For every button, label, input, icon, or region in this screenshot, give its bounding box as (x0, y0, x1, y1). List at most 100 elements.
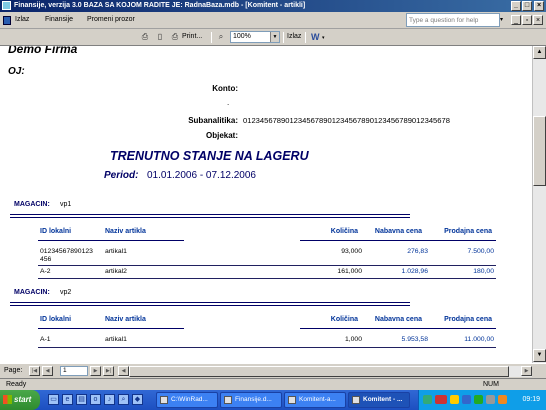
period-value: 01.01.2006 - 07.12.2006 (147, 170, 256, 181)
toolbar-separator (211, 32, 212, 43)
report-preview: Demo Firma OJ: Konto: . Subanalitika: 01… (0, 46, 532, 363)
word-export-icon[interactable]: W (311, 32, 320, 42)
clock: 09:19 (522, 396, 540, 403)
doc-close-button[interactable]: × (533, 15, 543, 25)
outlook-icon[interactable]: o (90, 394, 101, 405)
column-header-id: ID lokalni (40, 316, 72, 323)
column-header-sell: Prodajna cena (444, 228, 492, 235)
media-icon[interactable]: ♪ (104, 394, 115, 405)
minimize-button[interactable]: _ (511, 1, 521, 11)
konto-value: . (227, 98, 230, 107)
first-page-icon[interactable]: |◀ (29, 366, 40, 376)
menu-izlaz[interactable]: Izlaz (15, 16, 29, 23)
desktop-icon[interactable]: ▭ (48, 394, 59, 405)
print-button[interactable]: Print... (182, 33, 202, 40)
explorer-icon[interactable]: e (62, 394, 73, 405)
row-id: A-2 (40, 268, 51, 275)
company-name: Demo Firma (8, 46, 78, 56)
row-sell: 11.000,00 (464, 336, 494, 343)
column-header-qty: Količina (330, 316, 358, 323)
divider (10, 214, 410, 215)
maximize-button[interactable]: □ (522, 1, 532, 11)
divider (10, 305, 410, 306)
page-navigation: Page: |◀ ◀ 1 ▶ ▶| ◀ ▶ (0, 363, 546, 378)
column-header-sell: Prodajna cena (444, 316, 492, 323)
page-number-input[interactable]: 1 (60, 366, 88, 376)
system-tray: 09:19 (418, 390, 546, 410)
subanalitika-value: 0123456789012345678901234567890123456789… (243, 116, 450, 125)
vertical-scrollbar[interactable]: ▲ ▼ (532, 46, 546, 363)
folder-icon (160, 396, 168, 404)
page-setup-icon[interactable]: ▯ (155, 32, 165, 42)
next-page-icon[interactable]: ▶ (90, 366, 101, 376)
status-text: Ready (6, 381, 27, 388)
taskbar-item-active[interactable]: Komitent - ... (348, 392, 410, 408)
oj-label: OJ: (8, 66, 25, 77)
status-bar: Ready NUM (0, 378, 546, 390)
document-icon[interactable] (3, 16, 11, 25)
row-name: artikal2 (105, 268, 127, 275)
chevron-down-icon[interactable]: ▾ (500, 13, 506, 27)
taskbar-item[interactable]: Finansije.d... (220, 392, 282, 408)
close-button[interactable]: × (534, 1, 544, 11)
window-titlebar: Finansije, verzija 3.0 BAZA SA KOJOM RAD… (0, 0, 546, 12)
menu-bar: Izlaz Finansije Promeni prozor Type a qu… (0, 12, 546, 29)
subanalitika-label: Subanalitika: (188, 116, 238, 125)
start-button[interactable]: start (0, 390, 40, 410)
konto-label: Konto: (212, 84, 238, 93)
shield-icon[interactable]: ◆ (132, 394, 143, 405)
print-icon[interactable]: ⎙ (140, 32, 150, 42)
doc-minimize-button[interactable]: _ (511, 15, 521, 25)
start-label: start (14, 395, 32, 404)
scroll-up-icon[interactable]: ▲ (533, 46, 546, 59)
toolbar-separator (305, 32, 306, 43)
scroll-down-icon[interactable]: ▼ (533, 349, 546, 362)
chevron-down-icon[interactable]: ▾ (322, 35, 325, 41)
doc-restore-button[interactable]: ▫ (522, 15, 532, 25)
zoom-icon[interactable]: ⌕ (216, 32, 226, 42)
last-page-icon[interactable]: ▶| (103, 366, 114, 376)
row-id: A-1 (40, 336, 51, 343)
magacin-label: MAGACIN: (14, 289, 50, 296)
access-icon (224, 396, 232, 404)
close-preview-button[interactable]: Izlaz (287, 33, 301, 40)
report-title: TRENUTNO STANJE NA LAGERU (110, 149, 309, 163)
prev-page-icon[interactable]: ◀ (42, 366, 53, 376)
row-id: 01234567890123 456 (40, 248, 93, 263)
magacin-value: vp2 (60, 289, 72, 296)
window-title: Finansije, verzija 3.0 BAZA SA KOJOM RAD… (14, 2, 306, 9)
scroll-thumb[interactable] (533, 116, 546, 186)
row-divider (38, 278, 496, 279)
language-indicator-icon[interactable] (435, 395, 447, 404)
header-underline (300, 328, 496, 329)
menu-promeni-prozor[interactable]: Promeni prozor (87, 16, 135, 23)
row-buy: 5.953,58 (401, 336, 428, 343)
report-icon (352, 396, 360, 404)
taskbar-item[interactable]: C:\WinRad... (156, 392, 218, 408)
column-header-buy: Nabavna cena (374, 316, 422, 323)
zoom-select[interactable]: 100% ▼ (230, 31, 280, 43)
help-search-input[interactable]: Type a question for help (406, 13, 500, 27)
scroll-left-icon[interactable]: ◀ (118, 366, 129, 376)
column-header-id: ID lokalni (40, 228, 72, 235)
scroll-right-icon[interactable]: ▶ (521, 366, 532, 376)
num-lock-indicator: NUM (483, 381, 499, 388)
row-qty: 1,000 (344, 336, 362, 343)
row-qty: 161,000 (337, 268, 362, 275)
windows-logo-icon (3, 395, 12, 404)
column-header-buy: Nabavna cena (374, 228, 422, 235)
horizontal-scrollbar[interactable]: ◀ ▶ (118, 366, 532, 377)
taskbar-item[interactable]: Komitent-a... (284, 392, 346, 408)
header-underline (38, 328, 184, 329)
folder-icon[interactable]: ▤ (76, 394, 87, 405)
divider (10, 217, 410, 218)
menu-finansije[interactable]: Finansije (45, 16, 73, 23)
zoom-value: 100% (233, 33, 251, 40)
scroll-thumb[interactable] (129, 366, 509, 377)
column-header-name: Naziv artikla (105, 228, 146, 235)
row-sell: 7.500,00 (467, 248, 494, 255)
search-icon[interactable]: ⌕ (118, 394, 129, 405)
row-divider (38, 347, 496, 348)
column-header-qty: Količina (330, 228, 358, 235)
print-dialog-icon[interactable]: ⎙ (170, 32, 180, 42)
